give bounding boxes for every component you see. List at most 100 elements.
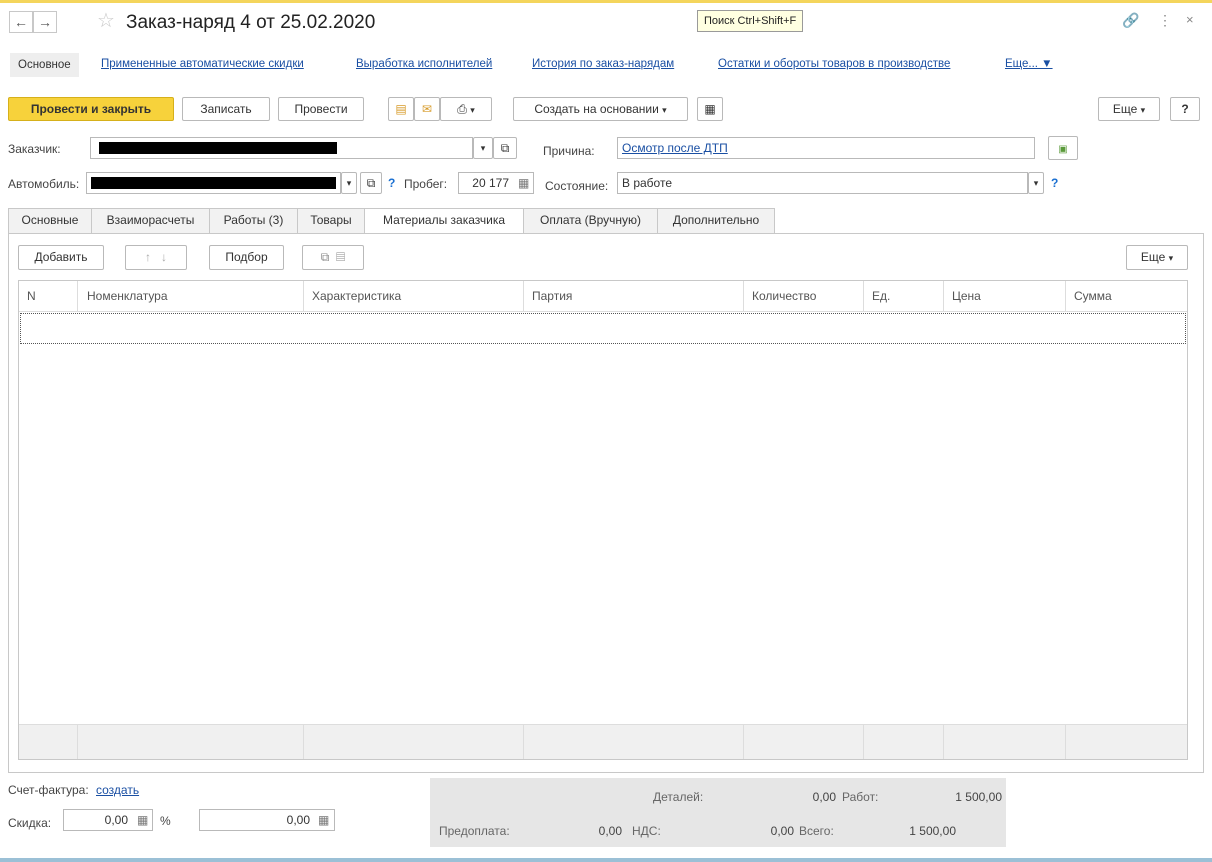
- col-header-unit[interactable]: Ед.: [864, 281, 944, 311]
- favorite-star-icon[interactable]: ☆: [97, 10, 115, 32]
- paste-icon: ▤: [336, 250, 346, 264]
- reason-value[interactable]: Осмотр после ДТП: [622, 141, 728, 155]
- help-button[interactable]: ?: [1170, 97, 1200, 121]
- calculator-icon[interactable]: ▦: [137, 813, 148, 827]
- col-divider: [523, 281, 524, 311]
- tab-goods[interactable]: Товары: [297, 208, 365, 233]
- more-button[interactable]: Еще ▾: [1098, 97, 1160, 121]
- pick-button[interactable]: Подбор: [209, 245, 284, 270]
- forward-button[interactable]: →: [33, 11, 57, 33]
- state-help-mark[interactable]: ?: [1051, 176, 1058, 190]
- discount-label: Скидка:: [8, 816, 52, 830]
- structure-button[interactable]: ▦: [697, 97, 723, 121]
- chevron-down-icon: ▾: [1168, 253, 1174, 263]
- move-buttons[interactable]: ↑ ↓: [125, 245, 187, 270]
- customer-open-button[interactable]: ⧉: [493, 137, 517, 159]
- arrow-right-icon: →: [38, 14, 52, 30]
- footer-divider: [943, 724, 944, 759]
- customer-field[interactable]: [90, 137, 473, 159]
- footer-divider: [77, 724, 78, 759]
- arrow-left-icon: ←: [14, 14, 28, 30]
- col-header-n[interactable]: N: [19, 281, 75, 311]
- calculator-icon[interactable]: ▦: [318, 813, 329, 827]
- vat-label: НДС:: [632, 824, 661, 838]
- link-order-history[interactable]: История по заказ-нарядам: [532, 58, 674, 70]
- col-header-price[interactable]: Цена: [944, 281, 1066, 311]
- col-header-batch[interactable]: Партия: [524, 281, 744, 311]
- reason-action-button[interactable]: ▣: [1048, 136, 1078, 160]
- car-label: Автомобиль:: [8, 177, 80, 191]
- close-icon[interactable]: ×: [1186, 12, 1194, 27]
- link-more[interactable]: Еще... ▼: [1005, 58, 1053, 70]
- link-icon[interactable]: 🔗: [1122, 12, 1139, 29]
- email-button[interactable]: ✉: [414, 97, 440, 121]
- more-vertical-icon[interactable]: ⋮: [1158, 12, 1172, 29]
- chevron-down-icon: ▾: [1033, 178, 1039, 188]
- col-divider: [863, 281, 864, 311]
- tab-works[interactable]: Работы (3): [209, 208, 298, 233]
- tab-additional[interactable]: Дополнительно: [657, 208, 775, 233]
- bottom-border: [0, 858, 1212, 862]
- col-header-sum[interactable]: Сумма: [1066, 281, 1186, 311]
- create-based-label: Создать на основании: [534, 102, 659, 116]
- car-help-mark[interactable]: ?: [388, 176, 395, 190]
- chevron-down-icon: ▾: [480, 143, 486, 153]
- add-icon: ▣: [1058, 144, 1068, 155]
- total-value: 1 500,00: [909, 824, 956, 838]
- back-button[interactable]: ←: [9, 11, 33, 33]
- tab-settlements[interactable]: Взаиморасчеты: [91, 208, 210, 233]
- state-field[interactable]: В работе: [617, 172, 1028, 194]
- works-value: 1 500,00: [955, 790, 1002, 804]
- customer-dropdown-button[interactable]: ▾: [473, 137, 493, 159]
- envelope-icon: ✉: [421, 102, 433, 116]
- link-main[interactable]: Основное: [10, 53, 79, 77]
- tab-payment[interactable]: Оплата (Вручную): [523, 208, 658, 233]
- car-dropdown-button[interactable]: ▾: [341, 172, 357, 194]
- footer-divider: [863, 724, 864, 759]
- mileage-label: Пробег:: [404, 177, 448, 191]
- create-based-on-button[interactable]: Создать на основании ▾: [513, 97, 688, 121]
- tab-main[interactable]: Основные: [8, 208, 92, 233]
- col-header-quantity[interactable]: Количество: [744, 281, 864, 311]
- vat-value: 0,00: [770, 824, 794, 838]
- car-field[interactable]: [86, 172, 341, 194]
- details-label: Деталей:: [653, 790, 704, 804]
- document-icon: ▤: [395, 102, 407, 116]
- more-label: Еще: [1112, 102, 1138, 116]
- tab-customer-materials[interactable]: Материалы заказчика: [364, 208, 524, 234]
- save-button[interactable]: Записать: [182, 97, 270, 121]
- calculator-icon[interactable]: ▦: [518, 176, 529, 190]
- table-more-button[interactable]: Еще ▾: [1126, 245, 1188, 270]
- copy-icon: ⧉: [320, 250, 330, 264]
- search-hint-tooltip: Поиск Ctrl+Shift+F: [697, 10, 804, 32]
- footer-divider: [1065, 724, 1066, 759]
- col-header-characteristic[interactable]: Характеристика: [304, 281, 524, 311]
- table-more-label: Еще: [1140, 250, 1166, 264]
- structure-icon: ▦: [704, 102, 716, 116]
- redacted-customer: [99, 142, 337, 154]
- post-button[interactable]: Провести: [278, 97, 364, 121]
- link-production-stock[interactable]: Остатки и обороты товаров в производстве: [718, 58, 950, 70]
- link-performers-output[interactable]: Выработка исполнителей: [356, 58, 492, 70]
- col-divider: [303, 281, 304, 311]
- footer-divider: [523, 724, 524, 759]
- post-and-close-button[interactable]: Провести и закрыть: [8, 97, 174, 121]
- link-auto-discounts[interactable]: Примененные автоматические скидки: [101, 58, 304, 70]
- car-open-button[interactable]: ⧉: [360, 172, 382, 194]
- details-value: 0,00: [812, 790, 836, 804]
- discount-sum-field[interactable]: 0,00: [199, 809, 335, 831]
- print-button[interactable]: ⎙ ▾: [440, 97, 492, 121]
- report-button[interactable]: ▤: [388, 97, 414, 121]
- add-row-button[interactable]: Добавить: [18, 245, 104, 270]
- state-dropdown-button[interactable]: ▾: [1028, 172, 1044, 194]
- open-link-icon: ⧉: [500, 141, 510, 155]
- col-header-nomenclature[interactable]: Номенклатура: [79, 281, 304, 311]
- materials-table[interactable]: [18, 280, 1188, 760]
- percent-sign: %: [160, 814, 171, 828]
- copy-paste-buttons[interactable]: ⧉ ▤: [302, 245, 364, 270]
- invoice-create-link[interactable]: создать: [96, 783, 139, 797]
- printer-icon: ⎙: [457, 102, 467, 116]
- table-row-empty[interactable]: [20, 313, 1186, 344]
- reason-field[interactable]: Осмотр после ДТП: [617, 137, 1035, 159]
- chevron-down-icon: ▾: [1140, 105, 1146, 115]
